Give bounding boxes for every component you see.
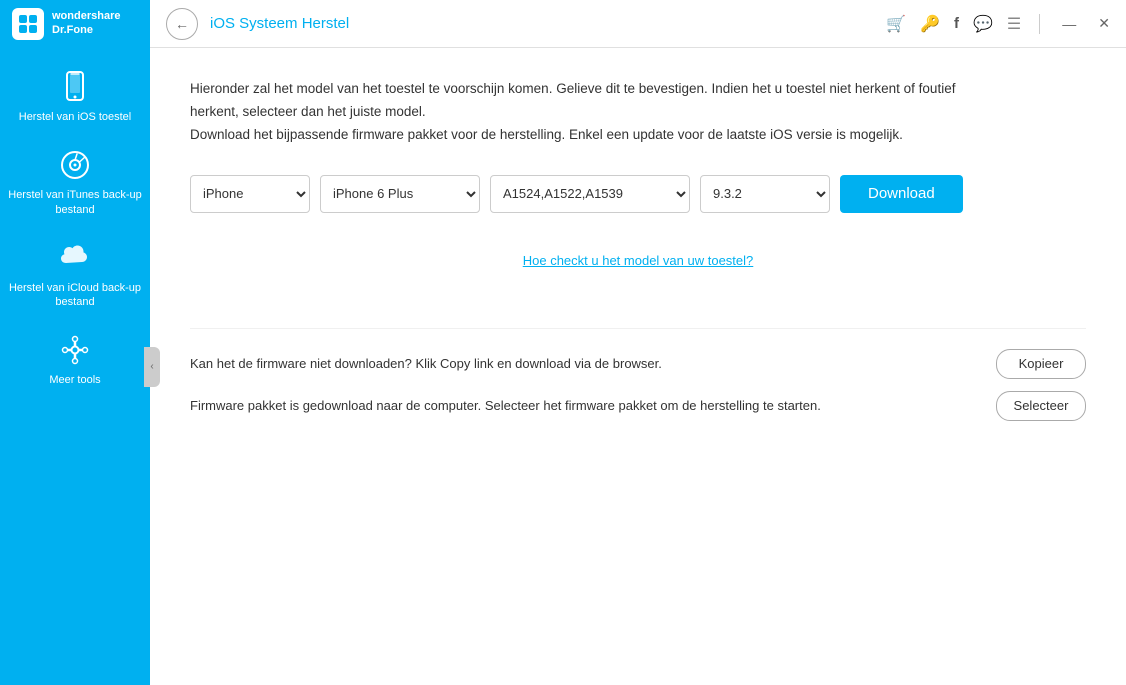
divider xyxy=(1039,14,1040,34)
logo-icon xyxy=(12,8,44,40)
copy-link-text: Kan het de firmware niet downloaden? Kli… xyxy=(190,356,996,371)
download-button[interactable]: Download xyxy=(840,175,963,213)
sidebar-label-restore-icloud: Herstel van iCloud back-up bestand xyxy=(8,281,142,310)
copy-button[interactable]: Kopieer xyxy=(996,349,1086,379)
sidebar-item-more-tools[interactable]: Meer tools xyxy=(0,321,150,399)
select-firmware-row: Firmware pakket is gedownload naar de co… xyxy=(190,391,1086,421)
cart-icon[interactable]: 🛒 xyxy=(886,14,906,34)
help-link[interactable]: Hoe checkt u het model van uw toestel? xyxy=(190,253,1086,268)
minimize-button[interactable]: — xyxy=(1058,16,1080,32)
cloud-icon xyxy=(58,241,92,275)
description-text: Hieronder zal het model van het toestel … xyxy=(190,78,990,147)
sidebar-item-restore-ios[interactable]: Herstel van iOS toestel xyxy=(0,58,150,136)
sidebar: Herstel van iOS toestel Herstel van iTun… xyxy=(0,48,150,685)
copy-link-row: Kan het de firmware niet downloaden? Kli… xyxy=(190,349,1086,379)
sidebar-item-restore-icloud[interactable]: Herstel van iCloud back-up bestand xyxy=(0,229,150,322)
version-select[interactable]: 9.3.2 9.3.1 9.3 9.2.1 9.2 xyxy=(700,175,830,213)
titlebar-actions: 🛒 🔑 f 💬 ☰ — ✕ xyxy=(886,14,1114,34)
page-title: iOS Systeem Herstel xyxy=(210,15,886,32)
select-firmware-text: Firmware pakket is gedownload naar de co… xyxy=(190,398,996,413)
close-button[interactable]: ✕ xyxy=(1094,15,1114,32)
sidebar-label-restore-itunes: Herstel van iTunes back-up bestand xyxy=(8,188,142,217)
tools-icon xyxy=(58,333,92,367)
menu-icon[interactable]: ☰ xyxy=(1007,14,1021,34)
phone-icon xyxy=(58,70,92,104)
model-select[interactable]: iPhone 6 Plus iPhone 6 iPhone 5s iPhone … xyxy=(320,175,480,213)
model-number-select[interactable]: A1524,A1522,A1539 A1522,A1524 xyxy=(490,175,690,213)
device-select[interactable]: iPhone iPad iPod xyxy=(190,175,310,213)
sidebar-item-restore-itunes[interactable]: Herstel van iTunes back-up bestand xyxy=(0,136,150,229)
select-button[interactable]: Selecteer xyxy=(996,391,1086,421)
music-icon xyxy=(58,148,92,182)
logo-text: wondershare Dr.Fone xyxy=(52,10,120,36)
sidebar-collapse-button[interactable]: ‹ xyxy=(144,347,160,387)
key-icon[interactable]: 🔑 xyxy=(920,14,940,34)
titlebar: wondershare Dr.Fone ← iOS Systeem Herste… xyxy=(0,0,1126,48)
app-logo: wondershare Dr.Fone xyxy=(0,0,150,48)
content-area: Hieronder zal het model van het toestel … xyxy=(150,48,1126,685)
chat-icon[interactable]: 💬 xyxy=(973,14,993,34)
selectors-row: iPhone iPad iPod iPhone 6 Plus iPhone 6 … xyxy=(190,175,1086,213)
bottom-section: Kan het de firmware niet downloaden? Kli… xyxy=(190,328,1086,421)
back-button[interactable]: ← xyxy=(166,8,198,40)
main-layout: Herstel van iOS toestel Herstel van iTun… xyxy=(0,48,1126,685)
sidebar-label-more-tools: Meer tools xyxy=(49,373,100,387)
sidebar-label-restore-ios: Herstel van iOS toestel xyxy=(19,110,132,124)
facebook-icon[interactable]: f xyxy=(954,15,959,32)
